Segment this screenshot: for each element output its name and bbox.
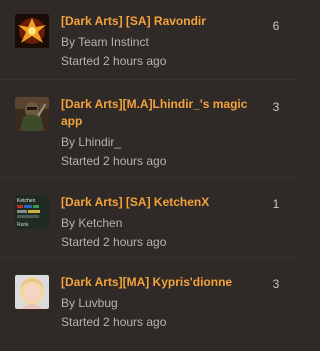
reply-count: 3 [272,277,280,291]
phoenix-crest-icon[interactable] [15,14,49,48]
topic-title[interactable]: [Dark Arts] [SA] Ravondir [61,13,257,30]
topic-item-kyprisdionne[interactable]: [Dark Arts][MA] Kypris'dionne By Luvbug … [0,257,294,351]
topic-list: [Dark Arts] [SA] Ravondir By Team Instin… [0,0,294,351]
topic-title[interactable]: [Dark Arts][MA] Kypris'dionne [61,274,257,291]
avatar-text-rank: Rank [17,222,29,228]
topic-author: By Team Instinct [61,35,149,49]
topic-started-time: Started 2 hours ago [61,54,167,68]
topic-author: By Ketchen [61,216,123,230]
topic-started-time: Started 2 hours ago [61,235,167,249]
topic-author: By Luvbug [61,296,118,310]
knight-portrait-icon[interactable] [15,97,49,131]
topic-item-lhindir[interactable]: [Dark Arts][M.A]Lhindir_'s magic app By … [0,79,294,177]
reply-count: 1 [272,197,280,211]
topic-title[interactable]: [Dark Arts][M.A]Lhindir_'s magic app [61,96,257,130]
avatar-text-name: Ketchen [17,198,36,204]
topic-title[interactable]: [Dark Arts] [SA] KetchenX [61,194,257,211]
topic-author: By Lhindir_ [61,135,122,149]
blonde-portrait-icon[interactable] [15,275,49,309]
topic-started-time: Started 2 hours ago [61,315,167,329]
ketchen-stats-card-icon[interactable]: Ketchen Rank [15,195,49,229]
topic-started-time: Started 2 hours ago [61,154,167,168]
topic-item-ketchenx[interactable]: Ketchen Rank [Dark Arts] [SA] KetchenX B… [0,177,294,257]
reply-count: 3 [272,100,280,114]
topic-item-ravondir[interactable]: [Dark Arts] [SA] Ravondir By Team Instin… [0,0,294,79]
reply-count: 6 [272,19,280,33]
